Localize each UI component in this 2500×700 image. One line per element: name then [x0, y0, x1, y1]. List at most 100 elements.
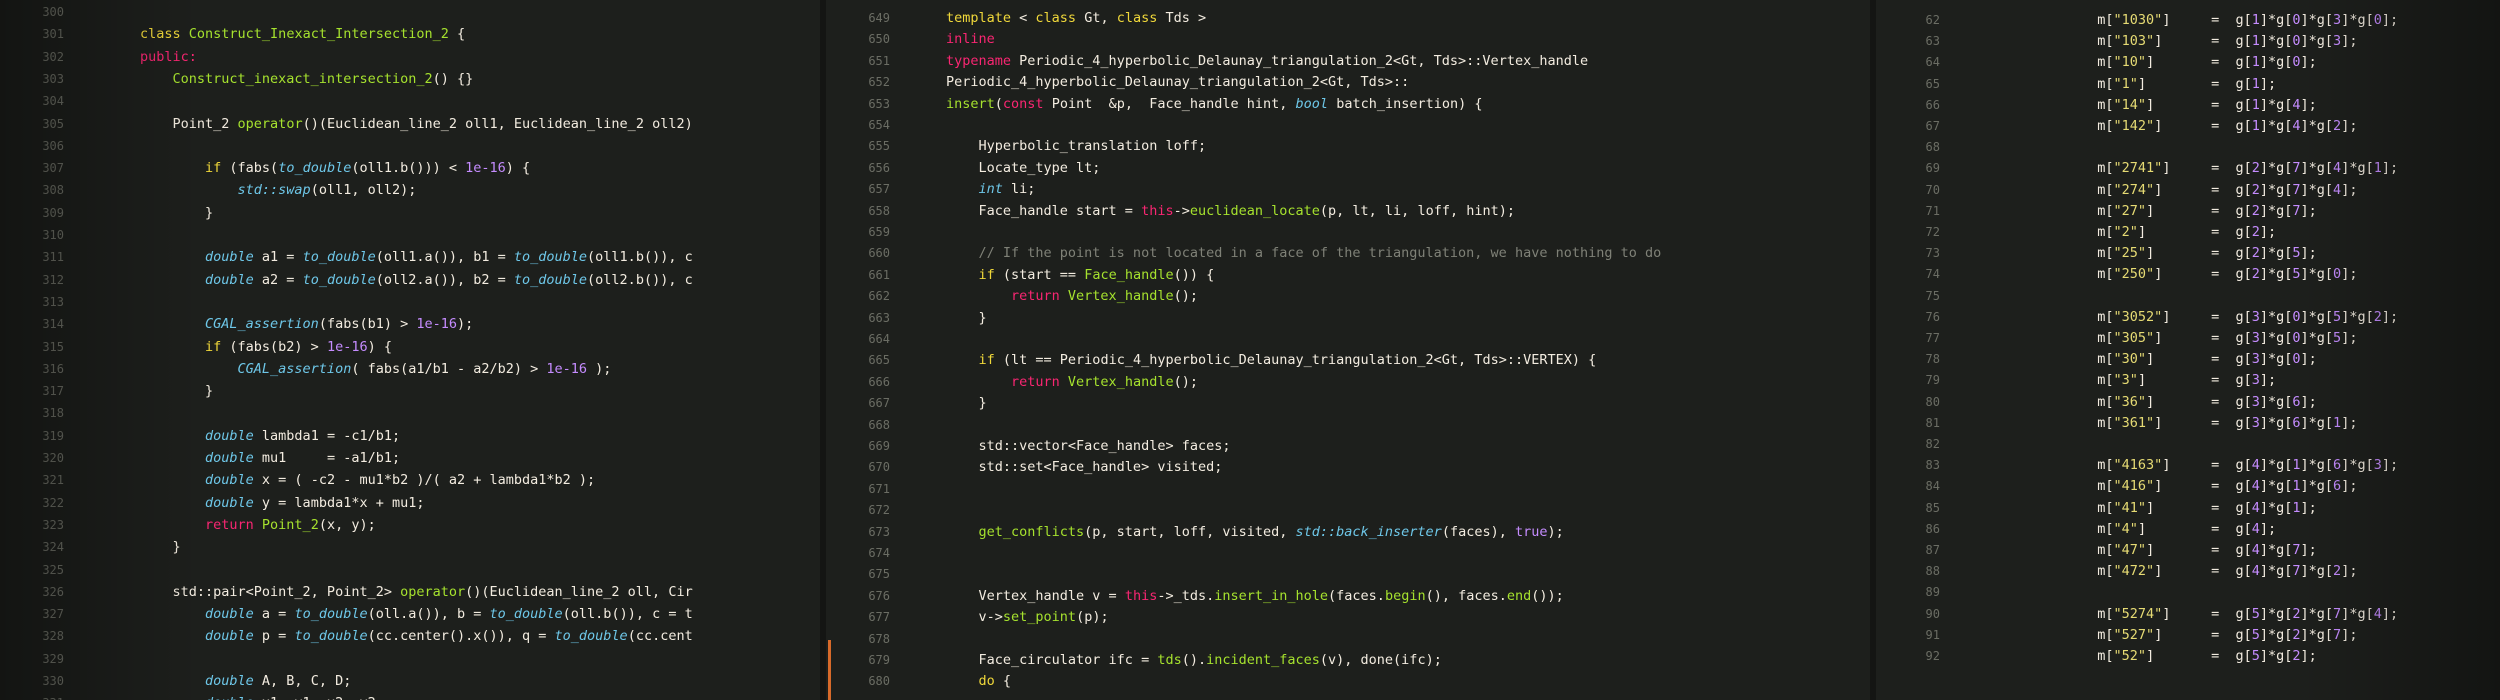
code-line[interactable]: 75 [1876, 286, 2500, 307]
code-line[interactable]: 88 m["472"] = g[4]*g[7]*g[2]; [1876, 561, 2500, 582]
code-line[interactable]: 76 m["3052"] = g[3]*g[0]*g[5]*g[2]; [1876, 307, 2500, 328]
code-line[interactable]: 67 m["142"] = g[1]*g[4]*g[2]; [1876, 116, 2500, 137]
code-line[interactable]: 314 CGAL_assertion(fabs(b1) > 1e-16); [0, 314, 820, 335]
code-line[interactable]: 315 if (fabs(b2) > 1e-16) { [0, 337, 820, 358]
code-line[interactable]: 80 m["36"] = g[3]*g[6]; [1876, 392, 2500, 413]
code-line[interactable]: 316 CGAL_assertion( fabs(a1/b1 - a2/b2) … [0, 359, 820, 380]
code-line[interactable]: 654 [826, 115, 1870, 136]
code-line[interactable]: 671 [826, 479, 1870, 500]
code-line[interactable]: 675 [826, 564, 1870, 585]
code-line[interactable]: 79 m["3"] = g[3]; [1876, 370, 2500, 391]
code-line[interactable]: 664 [826, 329, 1870, 350]
code-line[interactable]: 91 m["527"] = g[5]*g[2]*g[7]; [1876, 625, 2500, 646]
code-line[interactable]: 309 } [0, 203, 820, 224]
code-line[interactable]: 656 Locate_type lt; [826, 158, 1870, 179]
code-token: ]; [2341, 478, 2358, 495]
code-line[interactable]: 668 [826, 415, 1870, 436]
code-line[interactable]: 304 [0, 91, 820, 112]
code-line[interactable]: 86 m["4"] = g[4]; [1876, 519, 2500, 540]
code-line[interactable]: 653 insert(const Point &p, Face_handle hi… [826, 94, 1870, 115]
code-line[interactable]: 303 Construct_inexact_intersection_2() {… [0, 69, 820, 90]
code-line[interactable]: 650 inline [826, 29, 1870, 50]
editor-pane-left[interactable]: 300 301 class Construct_Inexact_Intersecti… [0, 0, 820, 700]
code-line[interactable]: 77 m["305"] = g[3]*g[0]*g[5]; [1876, 328, 2500, 349]
code-line[interactable]: 672 [826, 500, 1870, 521]
code-line[interactable]: 330 double A, B, C, D; [0, 671, 820, 692]
code-line[interactable]: 305 Point_2 operator()(Euclidean_line_2 … [0, 114, 820, 135]
code-line[interactable]: 669 std::vector<Face_handle> faces; [826, 436, 1870, 457]
code-line[interactable]: 651 typename Periodic_4_hyperbolic_Delaun… [826, 51, 1870, 72]
code-line[interactable]: 655 Hyperbolic_translation loff; [826, 136, 1870, 157]
code-token: "27" [2113, 202, 2147, 219]
code-line[interactable]: 325 [0, 560, 820, 581]
code-line[interactable]: 63 m["103"] = g[1]*g[0]*g[3]; [1876, 31, 2500, 52]
code-line[interactable]: 324 } [0, 537, 820, 558]
code-line[interactable]: 89 [1876, 582, 2500, 603]
code-line[interactable]: 92 m["52"] = g[5]*g[2]; [1876, 646, 2500, 667]
code-line[interactable]: 66 m["14"] = g[1]*g[4]; [1876, 95, 2500, 116]
code-line[interactable]: 85 m["41"] = g[4]*g[1]; [1876, 498, 2500, 519]
code-line[interactable]: 300 [0, 2, 820, 23]
code-line[interactable]: 69 m["2741"] = g[2]*g[7]*g[4]*g[1]; [1876, 158, 2500, 179]
code-line[interactable]: 649 template < class Gt, class Tds > [826, 8, 1870, 29]
code-line[interactable]: 87 m["47"] = g[4]*g[7]; [1876, 540, 2500, 561]
code-line[interactable]: 329 [0, 649, 820, 670]
code-line[interactable]: 312 double a2 = to_double(oll2.a()), b2 … [0, 270, 820, 291]
code-line[interactable]: 74 m["250"] = g[2]*g[5]*g[0]; [1876, 264, 2500, 285]
code-line[interactable]: 301 class Construct_Inexact_Intersection_… [0, 24, 820, 45]
code-line[interactable]: 670 std::set<Face_handle> visited; [826, 457, 1870, 478]
code-line[interactable]: 331 double x1, y1, x2, y2; [0, 693, 820, 700]
code-line[interactable]: 313 [0, 292, 820, 313]
code-line[interactable]: 71 m["27"] = g[2]*g[7]; [1876, 201, 2500, 222]
code-line[interactable]: 310 [0, 225, 820, 246]
editor-pane-right[interactable]: 62 m["1030"] = g[1]*g[0]*g[3]*g[0]; 63 m[… [1876, 0, 2500, 700]
code-line[interactable]: 667 } [826, 393, 1870, 414]
code-line[interactable]: 328 double p = to_double(cc.center().x()… [0, 626, 820, 647]
code-line[interactable]: 663 } [826, 308, 1870, 329]
code-line[interactable]: 322 double y = lambda1*x + mu1; [0, 493, 820, 514]
code-line[interactable]: 81 m["361"] = g[3]*g[6]*g[1]; [1876, 413, 2500, 434]
code-line[interactable]: 321 double x = ( -c2 - mu1*b2 )/( a2 + l… [0, 470, 820, 491]
code-line[interactable]: 666 return Vertex_handle(); [826, 372, 1870, 393]
code-line[interactable]: 657 int li; [826, 179, 1870, 200]
code-line[interactable]: 64 m["10"] = g[1]*g[0]; [1876, 52, 2500, 73]
code-line[interactable]: 677 v->set_point(p); [826, 607, 1870, 628]
code-line[interactable]: 307 if (fabs(to_double(oll1.b())) < 1e-1… [0, 158, 820, 179]
code-line[interactable]: 327 double a = to_double(oll.a()), b = t… [0, 604, 820, 625]
code-line[interactable]: 82 [1876, 434, 2500, 455]
editor-pane-middle[interactable]: 649 template < class Gt, class Tds > 650 in… [826, 0, 1870, 700]
code-line[interactable]: 308 std::swap(oll1, oll2); [0, 180, 820, 201]
code-line[interactable]: 674 [826, 543, 1870, 564]
code-line[interactable]: 311 double a1 = to_double(oll1.a()), b1 … [0, 247, 820, 268]
code-line[interactable]: 665 if (lt == Periodic_4_hyperbolic_Dela… [826, 350, 1870, 371]
code-line[interactable]: 70 m["274"] = g[2]*g[7]*g[4]; [1876, 180, 2500, 201]
code-line[interactable]: 68 [1876, 137, 2500, 158]
code-line[interactable]: 658 Face_handle start = this->euclidean_… [826, 201, 1870, 222]
code-line[interactable]: 73 m["25"] = g[2]*g[5]; [1876, 243, 2500, 264]
code-line[interactable]: 72 m["2"] = g[2]; [1876, 222, 2500, 243]
code-line[interactable]: 676 Vertex_handle v = this->_tds.insert_… [826, 586, 1870, 607]
code-line[interactable]: 78 m["30"] = g[3]*g[0]; [1876, 349, 2500, 370]
code-line[interactable]: 678 [826, 629, 1870, 650]
code-line[interactable]: 65 m["1"] = g[1]; [1876, 74, 2500, 95]
code-line[interactable]: 661 if (start == Face_handle()) { [826, 265, 1870, 286]
code-line[interactable]: 83 m["4163"] = g[4]*g[1]*g[6]*g[3]; [1876, 455, 2500, 476]
code-line[interactable]: 318 [0, 403, 820, 424]
code-line[interactable]: 326 std::pair<Point_2, Point_2> operator… [0, 582, 820, 603]
code-line[interactable]: 323 return Point_2(x, y); [0, 515, 820, 536]
code-line[interactable]: 84 m["416"] = g[4]*g[1]*g[6]; [1876, 476, 2500, 497]
code-line[interactable]: 673 get_conflicts(p, start, loff, visite… [826, 522, 1870, 543]
code-line[interactable]: 62 m["1030"] = g[1]*g[0]*g[3]*g[0]; [1876, 10, 2500, 31]
code-line[interactable]: 306 [0, 136, 820, 157]
code-line[interactable]: 679 Face_circulator ifc = tds().incident… [826, 650, 1870, 671]
code-line[interactable]: 652 Periodic_4_hyperbolic_Delaunay_triang… [826, 72, 1870, 93]
code-line[interactable]: 320 double mu1 = -a1/b1; [0, 448, 820, 469]
code-line[interactable]: 319 double lambda1 = -c1/b1; [0, 426, 820, 447]
code-line[interactable]: 317 } [0, 381, 820, 402]
code-line[interactable]: 660 // If the point is not located in a … [826, 243, 1870, 264]
code-line[interactable]: 302 public: [0, 47, 820, 68]
code-line[interactable]: 680 do { [826, 671, 1870, 692]
code-line[interactable]: 90 m["5274"] = g[5]*g[2]*g[7]*g[4]; [1876, 604, 2500, 625]
code-line[interactable]: 662 return Vertex_handle(); [826, 286, 1870, 307]
code-line[interactable]: 659 [826, 222, 1870, 243]
